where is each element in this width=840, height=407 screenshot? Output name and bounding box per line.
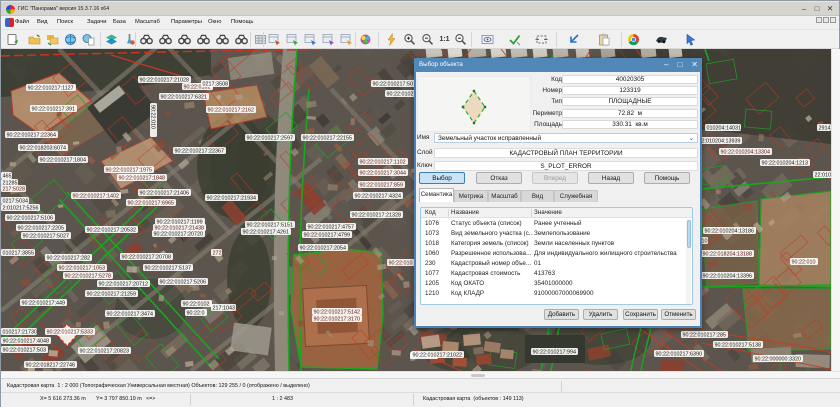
svg-text:90:22:0102: 90:22:0102 <box>387 92 414 98</box>
svg-text:90:22:010204:13396: 90:22:010204:13396 <box>703 274 752 280</box>
svg-text:90:22:010217:20708: 90:22:010217:20708 <box>122 255 171 261</box>
svg-text:90:22:010: 90:22:010 <box>389 261 413 267</box>
svg-text:90:22:010217:5027: 90:22:010217:5027 <box>23 234 69 240</box>
svg-text:2:010217:5256: 2:010217:5256 <box>3 206 39 212</box>
svg-text:90:22:010217:21934: 90:22:010217:21934 <box>207 196 256 202</box>
svg-text:90:22:010217:4048: 90:22:010217:4048 <box>3 339 49 345</box>
svg-text:90:22:010: 90:22:010 <box>149 105 155 129</box>
svg-text:90:22:010217:22367: 90:22:010217:22367 <box>175 149 224 155</box>
svg-text:90:22:018204:13188: 90:22:018204:13188 <box>703 252 752 258</box>
svg-text:90:22:010217:859: 90:22:010217:859 <box>360 183 403 189</box>
svg-text:90:22:0102: 90:22:0102 <box>183 302 210 308</box>
svg-text:217:1043: 217:1043 <box>213 306 235 312</box>
svg-text:0217:5034: 0217:5034 <box>3 199 28 205</box>
svg-text:90:22:010217:5138: 90:22:010217:5138 <box>715 343 761 349</box>
svg-text:2914: 2914 <box>819 126 831 132</box>
svg-text:217:5028: 217:5028 <box>3 187 25 193</box>
svg-text:90:22:010217:20712: 90:22:010217:20712 <box>99 282 148 288</box>
svg-text:90:22:010217:21259: 90:22:010217:21259 <box>87 292 136 298</box>
svg-text:90:22:010217:2597: 90:22:010217:2597 <box>247 136 293 142</box>
svg-text:22:010: 22:010 <box>815 173 832 179</box>
svg-text:90:22:010217:5333: 90:22:010217:5333 <box>47 330 93 336</box>
svg-text:90:22:010217:2205: 90:22:010217:2205 <box>18 226 64 232</box>
svg-text:90:22:010217:1975: 90:22:010217:1975 <box>106 168 152 174</box>
svg-text:90:22:010217:1127: 90:22:010217:1127 <box>28 86 74 92</box>
svg-text:90:22:010217:2162: 90:22:010217:2162 <box>208 108 254 114</box>
svg-text:90:22:000000:3320: 90:22:000000:3320 <box>755 357 801 363</box>
svg-text:010217:21730: 010217:21730 <box>3 330 37 336</box>
svg-text:90:22:010204:13186: 90:22:010204:13186 <box>705 229 754 235</box>
svg-text:90:22:010217:3474: 90:22:010217:3474 <box>107 312 153 318</box>
svg-text:90:22:010204:1213: 90:22:010204:1213 <box>762 161 808 167</box>
svg-text:90:22:010217:4324: 90:22:010217:4324 <box>355 194 401 200</box>
svg-text:90:22:010217:21022: 90:22:010217:21022 <box>413 353 462 359</box>
svg-text:90:22:010217:50: 90:22:010217:50 <box>373 82 413 88</box>
svg-text:90:22:010217:21028: 90:22:010217:21028 <box>140 78 189 84</box>
svg-text:90:22:010217:20823: 90:22:010217:20823 <box>80 349 129 355</box>
svg-text:90:22:010217:1402: 90:22:010217:1402 <box>73 194 119 200</box>
svg-text:90:22:010217:5142: 90:22:010217:5142 <box>314 310 360 316</box>
svg-text:90:22:010217:3044: 90:22:010217:3044 <box>360 171 406 177</box>
svg-text:90:22:010217:21406: 90:22:010217:21406 <box>140 191 189 197</box>
svg-text:90:22:010217:503: 90:22:010217:503 <box>3 348 46 354</box>
svg-text:90:22:010217:5106: 90:22:010217:5106 <box>7 216 53 222</box>
svg-text:90:22:010217:22364: 90:22:010217:22364 <box>7 133 56 139</box>
svg-text:90:22:010217:1053: 90:22:010217:1053 <box>59 266 105 272</box>
svg-text:90:22:010217:1804: 90:22:010217:1804 <box>40 158 86 164</box>
svg-text:90:22:010217:4757: 90:22:010217:4757 <box>308 225 354 231</box>
svg-text:90:22:010217:994: 90:22:010217:994 <box>533 350 576 356</box>
svg-text:90:22:010217:5206: 90:22:010217:5206 <box>160 280 206 286</box>
svg-text:90:22:010204:13304: 90:22:010204:13304 <box>721 150 770 156</box>
svg-text:90:22:010217:4261: 90:22:010217:4261 <box>243 230 289 236</box>
svg-text:90:22:010217:449: 90:22:010217:449 <box>22 301 65 307</box>
svg-text:90:22:018217:22746: 90:22:018217:22746 <box>26 363 75 369</box>
svg-text:90:22:0: 90:22:0 <box>187 311 205 317</box>
svg-text:90:22:010217:20720: 90:22:010217:20720 <box>154 232 203 238</box>
svg-text:272: 272 <box>213 251 222 257</box>
svg-text:90:22:010217:1848: 90:22:010217:1848 <box>119 176 165 182</box>
svg-text:90:22:010217:6390: 90:22:010217:6390 <box>656 352 702 358</box>
svg-text:010204:14031: 010204:14031 <box>707 126 741 132</box>
svg-text:22:010204:13939: 22:010204:13939 <box>699 139 741 145</box>
svg-text:90:22:010217:20532: 90:22:010217:20532 <box>87 228 136 234</box>
svg-text:90:22:010217:5137: 90:22:010217:5137 <box>145 266 191 272</box>
svg-text:90:22:010217:6965: 90:22:010217:6965 <box>128 201 174 207</box>
svg-text:90:22:010217:5151: 90:22:010217:5151 <box>247 223 293 229</box>
svg-text:90:22:010: 90:22:010 <box>792 260 816 266</box>
svg-text:90:22:010217:285: 90:22:010217:285 <box>683 333 726 339</box>
svg-text:90:22:010217:21328: 90:22:010217:21328 <box>352 213 401 219</box>
svg-text:90:22:010217:6321: 90:22:010217:6321 <box>161 95 207 101</box>
svg-text:90:22:010217:391: 90:22:010217:391 <box>32 107 75 113</box>
svg-text:90:22:018203:6074: 90:22:018203:6074 <box>20 146 66 152</box>
svg-text:90:22:010217:2054: 90:22:010217:2054 <box>300 246 346 252</box>
svg-text:90:22:010217:3170: 90:22:010217:3170 <box>314 317 360 323</box>
svg-text:90:22:010217:5278: 90:22:010217:5278 <box>65 274 111 280</box>
svg-text:90:22:010217:282: 90:22:010217:282 <box>47 256 90 262</box>
svg-text:465: 465 <box>3 174 12 180</box>
svg-text:90:22:010217:4799: 90:22:010217:4799 <box>304 233 350 239</box>
svg-text:010217:3855: 010217:3855 <box>3 251 34 257</box>
svg-text:90:22:010217:22155: 90:22:010217:22155 <box>303 136 352 142</box>
svg-text:90:22:010217:1102: 90:22:010217:1102 <box>360 160 406 166</box>
svg-text:0217:3508: 0217:3508 <box>203 82 228 88</box>
